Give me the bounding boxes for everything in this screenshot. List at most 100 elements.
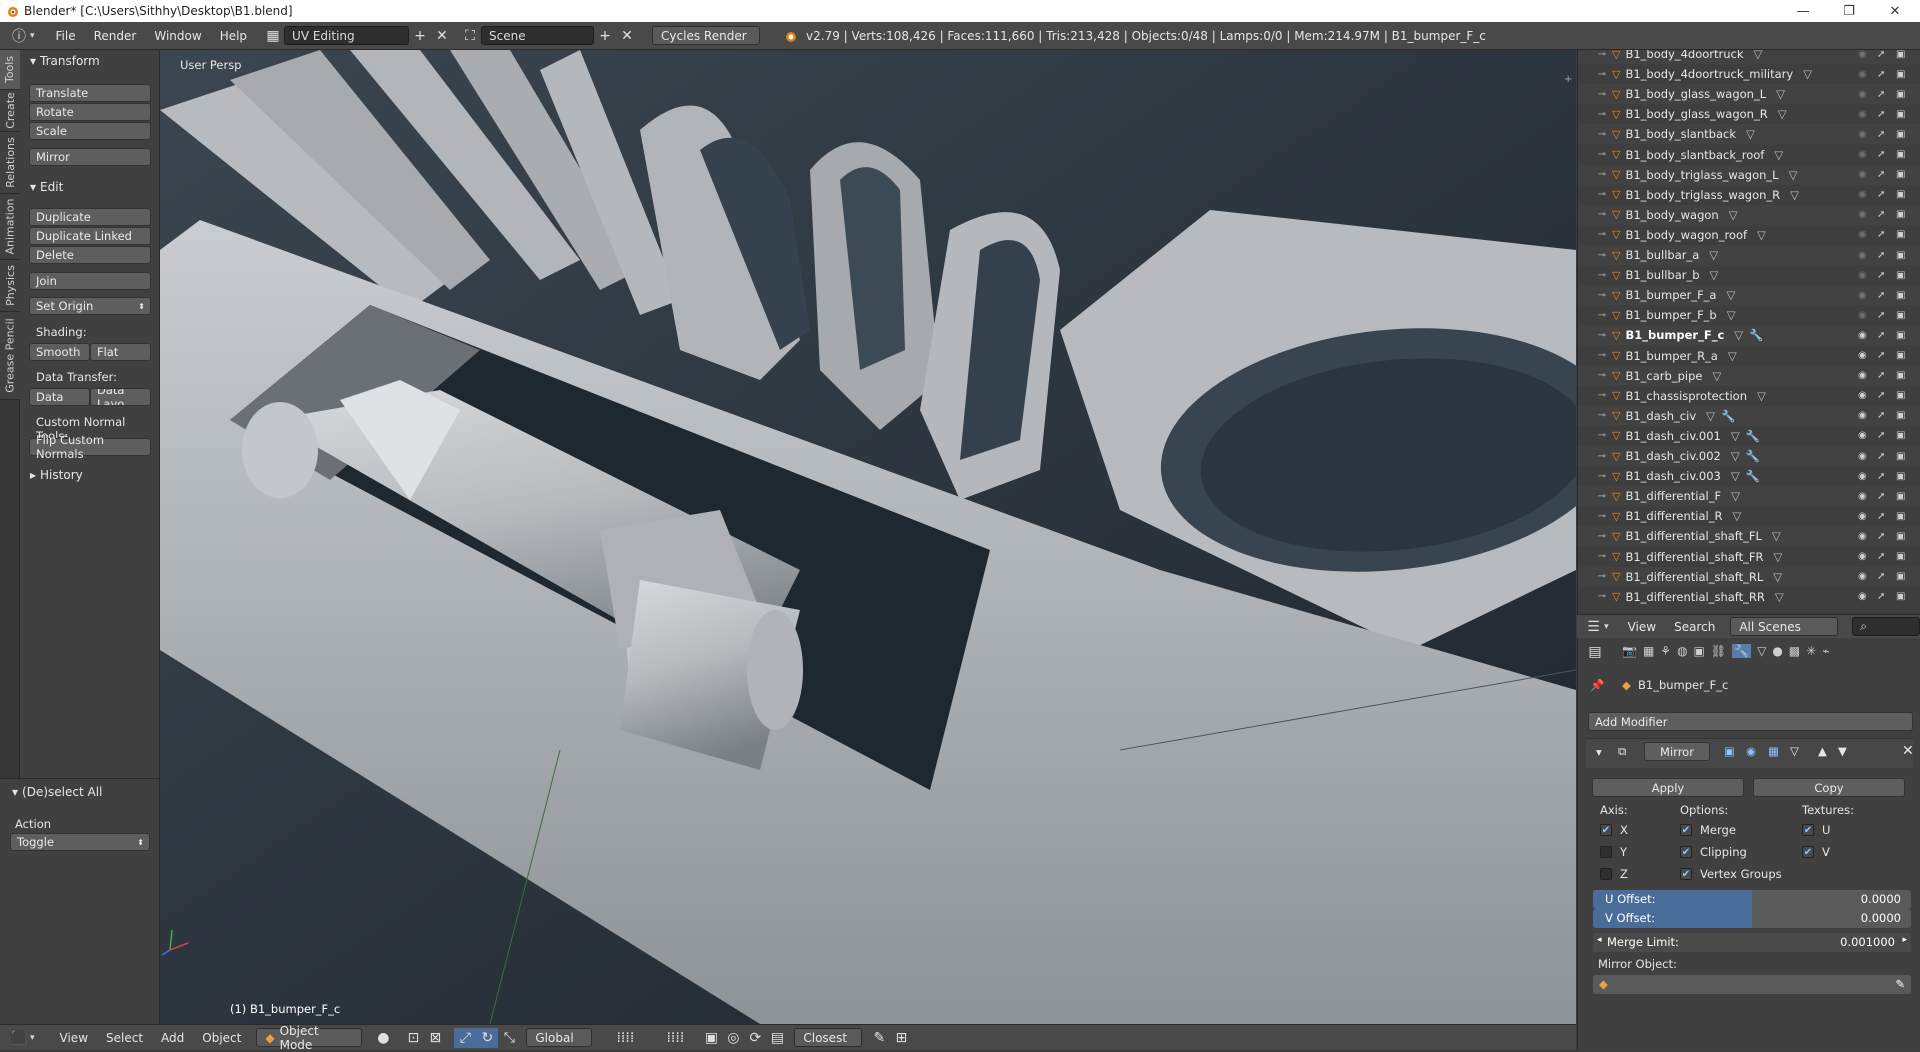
layers-icon[interactable]: ⁞⁞⁞⁞	[600, 1028, 650, 1048]
renderability-camera-icon[interactable]: ▣	[1896, 350, 1905, 361]
viewport-shading-icon[interactable]: ●	[372, 1028, 394, 1048]
history-panel-header[interactable]: ▸ History	[30, 468, 83, 482]
v-offset-slider[interactable]: V Offset: 0.0000	[1593, 909, 1911, 928]
outliner-item[interactable]: ⊸ ▽ B1_bumper_F_c ▽ 🔧 ◉ ➚ ▣	[1578, 325, 1920, 346]
outliner-item[interactable]: ⊸ ▽ B1_carb_pipe ▽ ◉ ➚ ▣	[1578, 365, 1920, 386]
scene-selector[interactable]: Scene	[481, 26, 595, 45]
u-offset-slider[interactable]: U Offset: 0.0000	[1593, 890, 1911, 909]
selectability-cursor-icon[interactable]: ➚	[1877, 189, 1885, 200]
visibility-eye-icon[interactable]: ◉	[1858, 189, 1867, 200]
renderability-camera-icon[interactable]: ▣	[1896, 430, 1905, 441]
tab-grease-pencil[interactable]: Grease Pencil	[0, 312, 20, 400]
outliner-item[interactable]: ⊸ ▽ B1_body_wagon_roof ▽ ◉ ➚ ▣	[1578, 225, 1920, 245]
visibility-eye-icon[interactable]: ◉	[1858, 571, 1867, 582]
render-layers-tab-icon[interactable]: ▦	[1643, 644, 1654, 658]
visibility-eye-icon[interactable]: ◉	[1858, 430, 1867, 441]
pivot-point-icon[interactable]: ⊡	[402, 1028, 424, 1048]
visibility-eye-icon[interactable]: ◉	[1858, 531, 1867, 542]
renderability-camera-icon[interactable]: ▣	[1896, 209, 1905, 220]
proportional-edit-icon[interactable]: ◎	[722, 1028, 744, 1048]
selectability-cursor-icon[interactable]: ➚	[1877, 491, 1885, 502]
editor-type-properties-icon[interactable]: ▤	[1584, 642, 1606, 662]
selectability-cursor-icon[interactable]: ➚	[1877, 209, 1885, 220]
scene-tab-icon[interactable]: ⚘	[1660, 644, 1671, 658]
renderability-camera-icon[interactable]: ▣	[1896, 169, 1905, 180]
physics-tab-icon[interactable]: ⌁	[1822, 644, 1829, 658]
operator-panel-header[interactable]: ▾ (De)select All	[12, 785, 102, 799]
render-animation-icon[interactable]: ⊞	[890, 1028, 912, 1048]
renderability-camera-icon[interactable]: ▣	[1896, 551, 1905, 562]
snap-element-icon[interactable]: ▤	[766, 1028, 788, 1048]
visibility-eye-icon[interactable]: ◉	[1858, 350, 1867, 361]
rotate-manipulator-icon[interactable]: ↻	[476, 1027, 499, 1048]
visibility-eye-icon[interactable]: ◉	[1858, 471, 1867, 482]
layout-selector[interactable]: UV Editing	[284, 26, 410, 45]
outliner-item[interactable]: ⊸ ▽ B1_body_wagon ▽ ◉ ➚ ▣	[1578, 204, 1920, 225]
minimize-icon[interactable]: —	[1780, 0, 1826, 22]
visibility-eye-icon[interactable]: ◉	[1858, 229, 1867, 240]
show-in-editmode-icon[interactable]: ▣	[1724, 744, 1735, 758]
selectability-cursor-icon[interactable]: ➚	[1877, 370, 1885, 381]
vertex-groups-checkbox[interactable]: ✔	[1680, 868, 1692, 880]
mirror-button[interactable]: Mirror	[29, 148, 151, 166]
copy-button[interactable]: Copy	[1753, 778, 1905, 797]
menu-file[interactable]: File	[47, 29, 85, 43]
material-tab-icon[interactable]: ●	[1772, 644, 1782, 658]
selectability-cursor-icon[interactable]: ➚	[1877, 511, 1885, 522]
mode-dropdown[interactable]: ◆ Object Mode	[256, 1024, 363, 1052]
selectability-cursor-icon[interactable]: ➚	[1877, 551, 1885, 562]
action-dropdown[interactable]: Toggle ⬍	[10, 833, 150, 851]
selectability-cursor-icon[interactable]: ➚	[1877, 129, 1885, 140]
scale-button[interactable]: Scale	[29, 122, 151, 140]
data-tab-icon[interactable]: ▽	[1757, 644, 1766, 658]
menu-render[interactable]: Render	[85, 29, 146, 43]
flat-button[interactable]: Flat	[90, 343, 151, 361]
outliner-filter-dropdown[interactable]: All Scenes	[1730, 617, 1839, 636]
visibility-eye-icon[interactable]: ◉	[1858, 89, 1867, 100]
selectability-cursor-icon[interactable]: ➚	[1877, 290, 1885, 301]
join-button[interactable]: Join	[29, 272, 151, 290]
renderability-camera-icon[interactable]: ▣	[1896, 471, 1905, 482]
visibility-eye-icon[interactable]: ◉	[1858, 290, 1867, 301]
visibility-eye-icon[interactable]: ◉	[1858, 310, 1867, 321]
outliner-item[interactable]: ⊸ ▽ B1_differential_shaft_FR ▽ ◉ ➚ ▣	[1578, 547, 1920, 567]
collapse-modifier-icon[interactable]: ▾	[1596, 745, 1602, 759]
outliner-item[interactable]: ⊸ ▽ B1_body_triglass_wagon_L ▽ ◉ ➚ ▣	[1578, 164, 1920, 185]
visibility-eye-icon[interactable]: ◉	[1858, 129, 1867, 140]
snap-target-dropdown[interactable]: Closest	[794, 1028, 863, 1047]
mirror-object-field[interactable]: ◆ ✎	[1593, 975, 1911, 994]
outliner-item[interactable]: ⊸ ▽ B1_body_glass_wagon_R ▽ ◉ ➚ ▣	[1578, 104, 1920, 124]
renderability-camera-icon[interactable]: ▣	[1896, 109, 1905, 120]
tab-relations[interactable]: Relations	[0, 132, 20, 194]
outliner-item[interactable]: ⊸ ▽ B1_differential_F ▽ ◉ ➚ ▣	[1578, 486, 1920, 507]
add-scene-icon[interactable]: +	[594, 26, 616, 46]
tab-animation[interactable]: Animation	[0, 194, 20, 260]
outliner-item[interactable]: ⊸ ▽ B1_differential_shaft_RR ▽ ◉ ➚ ▣	[1578, 587, 1920, 607]
renderability-camera-icon[interactable]: ▣	[1896, 149, 1905, 160]
axis-x-checkbox[interactable]: ✔	[1600, 824, 1612, 836]
outliner-item[interactable]: ⊸ ▽ B1_bumper_R_a ▽ ◉ ➚ ▣	[1578, 346, 1920, 366]
renderability-camera-icon[interactable]: ▣	[1896, 89, 1905, 100]
data-button[interactable]: Data	[29, 388, 90, 406]
remove-scene-icon[interactable]: ✕	[616, 26, 638, 46]
remove-modifier-icon[interactable]: ✕	[1902, 743, 1914, 759]
outliner-item[interactable]: ⊸ ▽ B1_differential_shaft_FL ▽ ◉ ➚ ▣	[1578, 526, 1920, 547]
selectability-cursor-icon[interactable]: ➚	[1877, 229, 1885, 240]
renderability-camera-icon[interactable]: ▣	[1896, 451, 1905, 462]
selectability-cursor-icon[interactable]: ➚	[1877, 350, 1885, 361]
layers-icon-2[interactable]: ⁞⁞⁞⁞	[650, 1028, 700, 1048]
selectability-cursor-icon[interactable]: ➚	[1877, 270, 1885, 281]
close-window-icon[interactable]: ✕	[1872, 0, 1918, 22]
rotate-button[interactable]: Rotate	[29, 103, 151, 121]
visibility-eye-icon[interactable]: ◉	[1858, 390, 1867, 401]
merge-limit-field[interactable]: ◂ Merge Limit: 0.001000 ▸	[1593, 933, 1911, 952]
show-in-render-icon[interactable]: ▦	[1768, 744, 1779, 758]
edit-panel-header[interactable]: ▾ Edit	[30, 180, 63, 194]
smooth-button[interactable]: Smooth	[29, 343, 90, 361]
selectability-cursor-icon[interactable]: ➚	[1877, 50, 1885, 60]
eyedropper-icon[interactable]: ✎	[1895, 977, 1905, 991]
outliner-item[interactable]: ⊸ ▽ B1_body_glass_wagon_L ▽ ◉ ➚ ▣	[1578, 84, 1920, 105]
selectability-cursor-icon[interactable]: ➚	[1877, 390, 1885, 401]
object-tab-icon[interactable]: ▣	[1694, 644, 1705, 658]
tab-tools[interactable]: Tools	[0, 50, 20, 90]
